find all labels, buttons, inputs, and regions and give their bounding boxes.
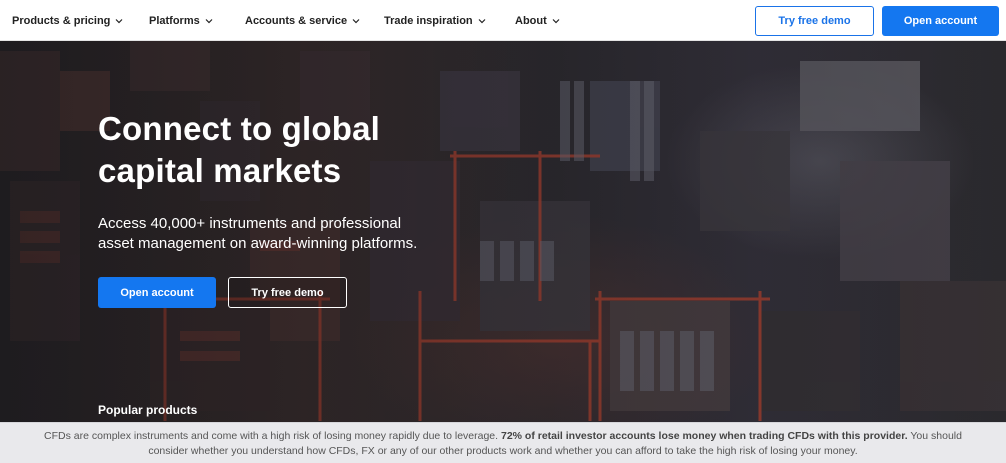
nav-open-account-button[interactable]: Open account [882,6,999,36]
hero-subtext: Access 40,000+ instruments and professio… [98,214,458,254]
nav-platforms-label: Platforms [149,14,200,27]
risk-warning-text: CFDs are complex instruments and come wi… [44,430,501,442]
risk-warning-bold-text: 72% of retail investor accounts lose mon… [500,430,908,442]
popular-products-heading: Popular products [98,403,198,417]
chevron-down-icon [478,17,486,25]
top-navigation: Products & pricing Platforms Accounts & … [0,0,1006,41]
chevron-down-icon [205,17,213,25]
hero-headline: Connect to global capital markets [98,108,518,192]
nav-accounts-service-label: Accounts & service [245,14,348,27]
hero-open-account-button[interactable]: Open account [98,277,216,308]
nav-trade-inspiration[interactable]: Trade inspiration [384,0,486,41]
nav-platforms[interactable]: Platforms [149,0,213,41]
nav-trade-inspiration-label: Trade inspiration [384,14,473,27]
hero-subtext-line-2: asset management on award-winning platfo… [98,235,418,252]
hero-headline-line-2: capital markets [98,152,342,189]
risk-warning-banner: CFDs are complex instruments and come wi… [0,422,1006,463]
hero-subtext-line-1: Access 40,000+ instruments and professio… [98,215,402,232]
hero-try-free-demo-button[interactable]: Try free demo [228,277,347,308]
nav-products-pricing[interactable]: Products & pricing [12,0,123,41]
chevron-down-icon [115,17,123,25]
chevron-down-icon [352,17,360,25]
nav-about-label: About [515,14,547,27]
chevron-down-icon [552,17,560,25]
nav-accounts-service[interactable]: Accounts & service [245,0,360,41]
nav-products-pricing-label: Products & pricing [12,14,111,27]
nav-about[interactable]: About [515,0,560,41]
hero-section: Connect to global capital markets Access… [0,41,1006,422]
nav-try-free-demo-button[interactable]: Try free demo [755,6,874,36]
hero-headline-line-1: Connect to global [98,110,381,147]
